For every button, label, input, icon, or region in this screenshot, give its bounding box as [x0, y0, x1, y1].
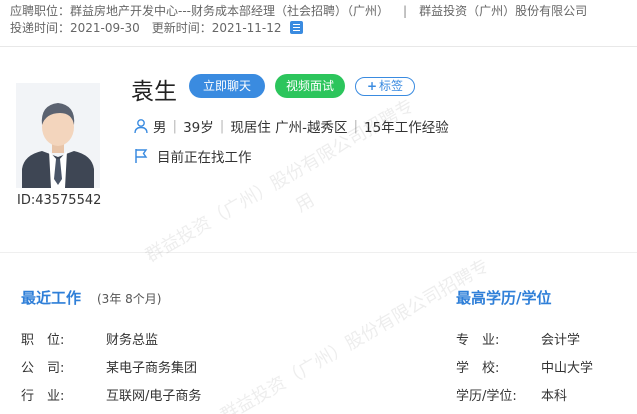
apply-time-label: 投递时间： [10, 21, 71, 35]
summary-section: 最近工作 (3年 8个月) 职 位: 财务总监 公 司: 某电子商务集团 行 业… [0, 254, 637, 414]
age: 39岁 [183, 120, 214, 136]
plus-icon: + [366, 79, 378, 93]
time-line: 投递时间： 2021-09-30 更新时间： 2021-11-12 [10, 19, 303, 36]
work-value-company: 某电子商务集团 [106, 361, 198, 376]
basic-info: 男 | 39岁 | 现居住 广州-越秀区 | 15年工作经验 [133, 116, 449, 136]
recent-work-title: 最近工作 [21, 289, 82, 307]
update-time-label: 更新时间： [151, 21, 212, 35]
chat-now-button[interactable]: 立即聊天 [189, 74, 265, 98]
video-interview-button[interactable]: 视频面试 [275, 74, 345, 98]
gender: 男 [153, 120, 167, 136]
work-label-industry: 行 业: [21, 389, 65, 404]
add-tag-button[interactable]: + 标签 [355, 77, 415, 96]
flag-icon [135, 149, 148, 163]
update-time: 2021-11-12 [211, 20, 282, 35]
profile-card: ID:43575542 袁生 立即聊天 视频面试 + 标签 男 | 39岁 | 现… [0, 48, 637, 253]
avatar [16, 83, 100, 235]
work-label-company: 公 司: [21, 361, 65, 376]
person-icon [134, 119, 148, 134]
edu-value-major: 会计学 [541, 333, 581, 348]
position-value[interactable]: 群益房地产开发中心---财务成本部经理（社会招聘）（广州） [70, 4, 389, 18]
user-id: ID:43575542 [17, 193, 102, 208]
work-experience: 15年工作经验 [364, 120, 449, 136]
status-text: 目前正在找工作 [157, 150, 252, 166]
company-name[interactable]: 群益投资（广州）股份有限公司 [419, 4, 587, 18]
position-line: 应聘职位：群益房地产开发中心---财务成本部经理（社会招聘）（广州） | 群益投资（… [10, 2, 587, 19]
job-status: 目前正在找工作 [133, 146, 252, 166]
work-value-position: 财务总监 [106, 333, 159, 348]
position-label: 应聘职位： [10, 4, 71, 18]
recent-work-duration: (3年 8个月) [97, 292, 162, 306]
candidate-name: 袁生 [131, 79, 177, 105]
edu-label-major: 专 业: [456, 333, 500, 348]
work-label-position: 职 位: [21, 333, 65, 348]
work-value-industry: 互联网/电子商务 [106, 389, 202, 404]
education-title: 最高学历/学位 [456, 289, 552, 307]
tag-label: 标签 [379, 79, 404, 93]
residence: 现居住 广州-越秀区 [230, 120, 348, 136]
edu-value-school: 中山大学 [541, 361, 594, 376]
edu-label-degree: 学历/学位: [456, 389, 517, 404]
application-header: 应聘职位：群益房地产开发中心---财务成本部经理（社会招聘）（广州） | 群益投资（… [0, 0, 637, 47]
separator: | [403, 4, 408, 18]
document-icon[interactable] [289, 21, 303, 34]
edu-label-school: 学 校: [456, 361, 500, 376]
apply-time: 2021-09-30 [70, 20, 140, 35]
edu-value-degree: 本科 [541, 389, 568, 404]
